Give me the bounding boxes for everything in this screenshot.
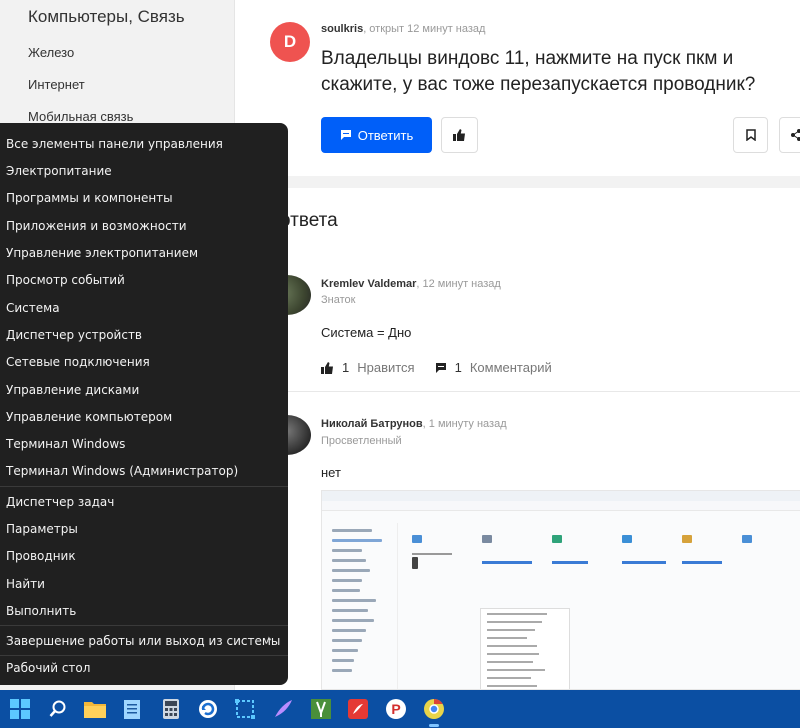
answer-rank: Знаток bbox=[321, 294, 356, 306]
like-button[interactable] bbox=[441, 117, 478, 153]
answer-rank: Просветленный bbox=[321, 435, 402, 447]
comment-icon bbox=[435, 362, 446, 373]
answer-divider bbox=[280, 391, 800, 392]
answer-meta: Николай Батрунов, 1 минуту назад bbox=[321, 418, 507, 430]
thumbs-up-icon bbox=[453, 129, 465, 141]
comment-count: 1 bbox=[454, 360, 462, 375]
answer-time: , 12 минут назад bbox=[416, 278, 501, 290]
menu-separator bbox=[0, 625, 288, 626]
snipping-icon[interactable] bbox=[234, 698, 256, 720]
menu-item-computer-management[interactable]: Управление компьютером bbox=[6, 410, 172, 424]
search-icon[interactable] bbox=[47, 698, 69, 720]
question-meta: soulkris, открыт 12 минут назад bbox=[321, 23, 485, 35]
thumbs-up-icon bbox=[321, 361, 333, 374]
notepad-icon[interactable] bbox=[121, 698, 143, 720]
menu-item-system[interactable]: Система bbox=[6, 301, 60, 315]
menu-item-event-viewer[interactable]: Просмотр событий bbox=[6, 273, 125, 287]
calculator-icon[interactable] bbox=[160, 698, 182, 720]
bookmark-icon bbox=[745, 129, 756, 141]
feather-icon[interactable] bbox=[272, 698, 294, 720]
menu-item-run[interactable]: Выполнить bbox=[6, 604, 76, 618]
share-button[interactable] bbox=[779, 117, 800, 153]
menu-item-disk-management[interactable]: Управление дисками bbox=[6, 383, 139, 397]
like-count: 1 bbox=[342, 360, 350, 375]
question-title: Владельцы виндовс 11, нажмите на пуск пк… bbox=[321, 48, 756, 95]
active-app-indicator bbox=[429, 724, 439, 727]
menu-item-settings[interactable]: Параметры bbox=[6, 522, 78, 536]
p-app-icon[interactable]: P bbox=[385, 698, 407, 720]
menu-separator bbox=[0, 655, 288, 656]
file-explorer-icon[interactable] bbox=[84, 698, 106, 720]
windows-start-icon[interactable] bbox=[9, 698, 31, 720]
pdf-icon[interactable] bbox=[347, 698, 369, 720]
answer-comment-button[interactable]: 1 Комментарий bbox=[435, 360, 552, 375]
screenshot-context-menu bbox=[480, 608, 570, 689]
question-card: D soulkris, открыт 12 минут назад Владел… bbox=[234, 0, 800, 176]
category-title[interactable]: Компьютеры, Связь bbox=[28, 7, 185, 27]
answers-heading: ответа bbox=[280, 210, 338, 231]
menu-item-network[interactable]: Сетевые подключения bbox=[6, 355, 150, 369]
menu-item-programs[interactable]: Программы и компоненты bbox=[6, 191, 173, 205]
chevron-right-icon: › bbox=[267, 632, 272, 646]
share-icon bbox=[791, 129, 800, 141]
menu-item-terminal-admin[interactable]: Терминал Windows (Администратор) bbox=[6, 464, 238, 478]
start-context-menu: Все элементы панели управления Электропи… bbox=[0, 123, 288, 685]
menu-item-explorer[interactable]: Проводник bbox=[6, 549, 76, 563]
answer-author[interactable]: Николай Батрунов bbox=[321, 418, 423, 430]
answer-actions: 1 Нравится 1 Комментарий bbox=[321, 360, 552, 375]
menu-item-shutdown[interactable]: Завершение работы или выход из системы bbox=[6, 634, 280, 648]
answer-text: нет bbox=[321, 465, 341, 480]
question-time: , открыт 12 минут назад bbox=[363, 23, 486, 35]
menu-item-task-manager[interactable]: Диспетчер задач bbox=[6, 495, 114, 509]
comment-icon bbox=[340, 130, 351, 140]
answer-author[interactable]: Kremlev Valdemar bbox=[321, 278, 416, 290]
like-label: Нравится bbox=[357, 360, 415, 375]
menu-item-desktop[interactable]: Рабочий стол bbox=[6, 661, 90, 675]
menu-item-terminal[interactable]: Терминал Windows bbox=[6, 437, 125, 451]
menu-item-power-management[interactable]: Управление электропитанием bbox=[6, 246, 198, 260]
answer-button[interactable]: Ответить bbox=[321, 117, 432, 153]
menu-item-apps[interactable]: Приложения и возможности bbox=[6, 219, 187, 233]
category-item-hardware[interactable]: Железо bbox=[28, 45, 74, 60]
answer-text: Система = Дно bbox=[321, 325, 412, 340]
menu-item-power[interactable]: Электропитание bbox=[6, 164, 112, 178]
author-avatar[interactable]: D bbox=[270, 22, 310, 62]
comment-label: Комментарий bbox=[469, 360, 552, 375]
answers-card: ответа Kremlev Valdemar, 12 минут назад … bbox=[234, 188, 800, 690]
taskbar: P bbox=[0, 690, 800, 728]
answer-like-button[interactable]: 1 Нравится bbox=[321, 360, 415, 375]
chrome-icon[interactable] bbox=[423, 698, 445, 720]
svg-text:P: P bbox=[391, 701, 400, 717]
update-icon[interactable] bbox=[197, 698, 219, 720]
answer-time: , 1 минуту назад bbox=[422, 418, 507, 430]
bookmark-button[interactable] bbox=[733, 117, 768, 153]
answer-meta: Kremlev Valdemar, 12 минут назад bbox=[321, 278, 501, 290]
menu-item-device-manager[interactable]: Диспетчер устройств bbox=[6, 328, 142, 342]
answer-button-label: Ответить bbox=[357, 127, 414, 143]
menu-item-search[interactable]: Найти bbox=[6, 577, 45, 591]
menu-separator bbox=[0, 486, 288, 487]
answer-screenshot-image[interactable] bbox=[321, 490, 800, 690]
sysinternals-icon[interactable] bbox=[310, 698, 332, 720]
question-author[interactable]: soulkris bbox=[321, 23, 363, 35]
menu-item-control-panel[interactable]: Все элементы панели управления bbox=[6, 137, 223, 151]
category-item-mobile[interactable]: Мобильная связь bbox=[28, 109, 133, 124]
category-item-internet[interactable]: Интернет bbox=[28, 77, 85, 92]
